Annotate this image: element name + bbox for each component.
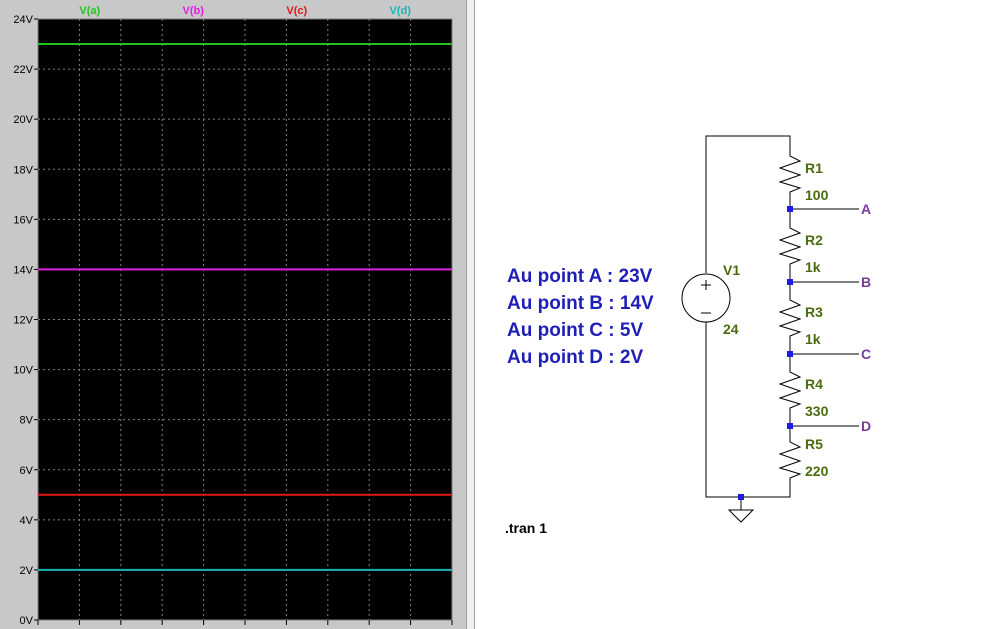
y-tick-label: 0V (20, 615, 34, 627)
y-tick-label: 2V (20, 565, 34, 577)
trace-label-vb[interactable]: V(b) (183, 5, 205, 17)
y-tick-label: 16V (13, 214, 33, 226)
net-label-b[interactable]: B (861, 274, 871, 290)
schematic-canvas[interactable]: Au point A : 23V Au point B : 14V Au poi… (475, 0, 1000, 629)
y-tick-label: 18V (13, 164, 33, 176)
y-tick-label: 6V (20, 465, 34, 477)
y-tick-label: 12V (13, 315, 33, 327)
y-tick-label: 24V (13, 14, 33, 26)
trace-legend: V(a) V(b) V(c) V(d) (79, 5, 411, 17)
y-tick-label: 8V (20, 415, 34, 427)
wire-bottom[interactable] (705, 322, 791, 498)
junction-ground (738, 494, 744, 500)
resistor-r3[interactable] (778, 294, 802, 342)
y-axis: 0V 2V 4V 6V 8V 10V 12V 14V 16V 18V 20V 22V 24V (13, 14, 38, 627)
r3-name[interactable]: R3 (805, 304, 823, 320)
spice-directive[interactable]: .tran 1 (505, 520, 547, 536)
net-label-a[interactable]: A (861, 201, 871, 217)
r1-name[interactable]: R1 (805, 160, 823, 176)
r4-name[interactable]: R4 (805, 376, 823, 392)
r5-name[interactable]: R5 (805, 436, 823, 452)
y-tick-label: 4V (20, 515, 34, 527)
note-point-a[interactable]: Au point A : 23V (507, 266, 653, 287)
y-tick-label: 10V (13, 365, 33, 377)
resistor-r1[interactable] (778, 150, 802, 198)
net-label-d[interactable]: D (861, 418, 871, 434)
note-point-d[interactable]: Au point D : 2V (507, 347, 643, 368)
r2-value[interactable]: 1k (805, 259, 821, 275)
v1-value[interactable]: 24 (723, 321, 739, 337)
r2-name[interactable]: R2 (805, 232, 823, 248)
junction-a (787, 206, 793, 212)
x-axis (37, 620, 453, 625)
waveform-plot[interactable]: 0V2V4V6V8V10V12V14V16V18V20V22V24V V(a) V… (0, 0, 466, 629)
net-label-c[interactable]: C (861, 346, 871, 362)
junction-c (787, 351, 793, 357)
trace-label-va[interactable]: V(a) (79, 5, 100, 17)
junction-d (787, 423, 793, 429)
r1-value[interactable]: 100 (805, 187, 829, 203)
r4-value[interactable]: 330 (805, 403, 829, 419)
schematic-editor[interactable]: Au point A : 23V Au point B : 14V Au poi… (475, 0, 1000, 629)
ground-icon[interactable] (727, 509, 755, 523)
y-tick-label: 22V (13, 64, 33, 76)
pane-splitter[interactable] (466, 0, 475, 629)
r5-value[interactable]: 220 (805, 463, 829, 479)
resistor-r4[interactable] (778, 366, 802, 414)
junction-b (787, 279, 793, 285)
resistor-r2[interactable] (778, 222, 802, 270)
note-point-c[interactable]: Au point C : 5V (507, 320, 643, 341)
trace-label-vc[interactable]: V(c) (286, 5, 307, 17)
resistor-r5[interactable] (778, 436, 802, 484)
trace-label-vd[interactable]: V(d) (390, 5, 412, 17)
y-tick-label: 20V (13, 114, 33, 126)
y-tick-label: 14V (13, 264, 33, 276)
v1-name[interactable]: V1 (723, 262, 740, 278)
wire-top[interactable] (705, 135, 791, 273)
r3-value[interactable]: 1k (805, 331, 821, 347)
waveform-viewer[interactable]: 0V 2V 4V 6V 8V 10V 12V 14V 16V 18V 20V 22V 24V V(a) V… (0, 0, 466, 629)
voltage-source-v1[interactable] (681, 273, 731, 323)
note-point-b[interactable]: Au point B : 14V (507, 293, 654, 314)
